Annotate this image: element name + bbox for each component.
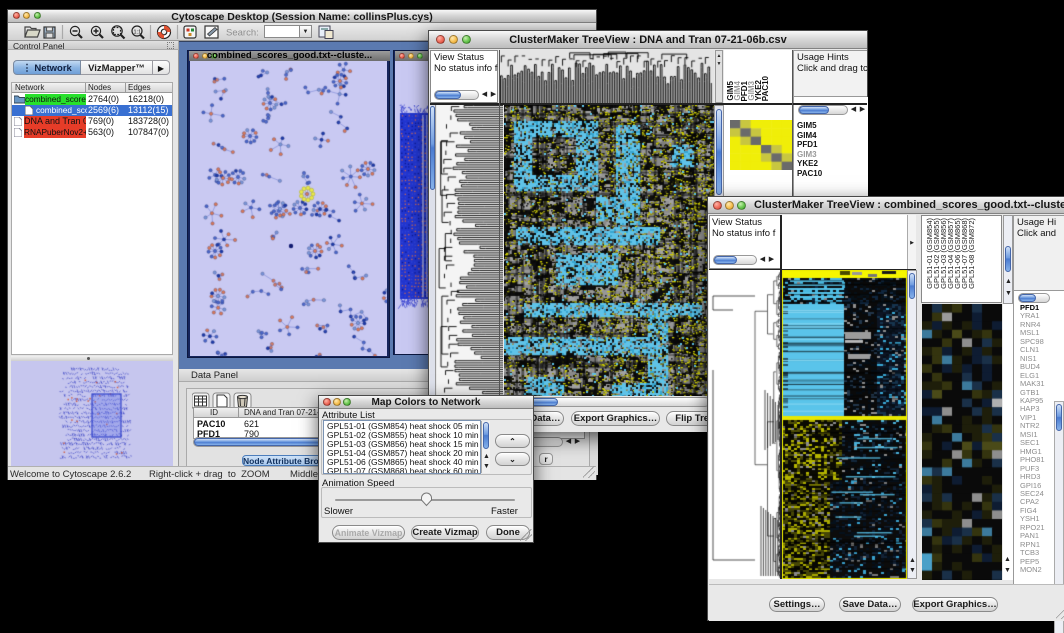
svg-text:Search:: Search: <box>226 28 259 39</box>
svg-text:1:1: 1:1 <box>134 30 142 36</box>
